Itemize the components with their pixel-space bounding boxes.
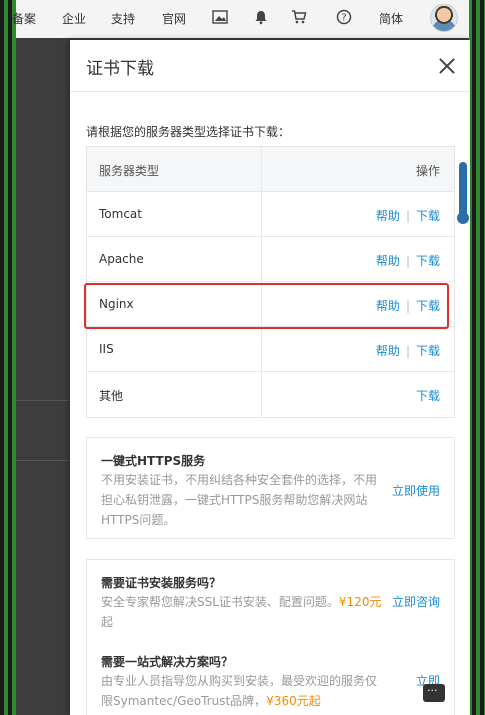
certificate-download-dialog: 证书下载 请根据您的服务器类型选择证书下载： 服务器类型 操作 Tomcat 帮… <box>70 40 470 715</box>
nav-item-enterprise[interactable]: 企业 <box>62 10 86 27</box>
server-type-table: 服务器类型 操作 Tomcat 帮助 | 下载 Apache 帮助 | 下载 Nginx… <box>86 146 455 418</box>
table-row: 其他 下载 <box>87 372 454 417</box>
action-separator: | <box>405 209 410 223</box>
install-service-description: 安全专家帮您解决SSL证书安装、配置问题。¥120元起 <box>101 592 386 632</box>
language-switch[interactable]: 简体 <box>379 10 403 27</box>
download-link[interactable]: 下载 <box>416 344 440 358</box>
column-header-server-type: 服务器类型 <box>99 164 160 178</box>
action-separator: | <box>405 254 410 268</box>
consult-now-link[interactable]: 立即咨询 <box>392 593 440 610</box>
dialog-title: 证书下载 <box>86 59 154 79</box>
chat-icon[interactable] <box>423 684 445 702</box>
table-row: Tomcat 帮助 | 下载 <box>87 192 454 237</box>
install-service-price: ¥120元 <box>338 595 382 609</box>
action-separator: | <box>405 344 410 358</box>
image-icon[interactable] <box>212 9 228 25</box>
table-row: Nginx 帮助 | 下载 <box>87 282 454 327</box>
server-name: 其他 <box>99 389 124 403</box>
instruction-text: 请根据您的服务器类型选择证书下载： <box>86 125 291 139</box>
divider <box>16 400 70 401</box>
cart-icon[interactable] <box>291 9 307 25</box>
column-divider <box>261 282 262 326</box>
https-service-card: 一键式HTTPS服务 不用安装证书，不用纠结各种安全套件的选择，不用担心私钥泄露… <box>86 437 455 539</box>
column-divider <box>261 372 262 417</box>
table-header-row: 服务器类型 操作 <box>87 147 454 192</box>
avatar[interactable] <box>430 4 458 32</box>
download-link[interactable]: 下载 <box>416 209 440 223</box>
https-card-description: 不用安装证书，不用纠结各种安全套件的选择，不用担心私钥泄露，一键式HTTPS服务… <box>101 473 378 527</box>
install-service-text-tail: 起 <box>101 615 114 629</box>
dialog-header: 证书下载 <box>70 40 470 92</box>
help-icon[interactable]: ? <box>336 9 352 25</box>
table-row: IIS 帮助 | 下载 <box>87 327 454 372</box>
close-icon[interactable] <box>437 56 457 76</box>
nav-item-beian[interactable]: 备案 <box>12 10 36 27</box>
nav-item-support[interactable]: 支持 <box>111 10 135 27</box>
solution-description: 由专业人员指导您从购买到安装，最受欢迎的服务仅限Symantec/GeoTrus… <box>101 671 386 711</box>
divider <box>16 460 70 461</box>
svg-text:?: ? <box>341 13 346 24</box>
help-link[interactable]: 帮助 <box>376 254 400 268</box>
column-divider <box>261 192 262 236</box>
background-sidebar <box>16 40 70 715</box>
solution-price: ¥360元起 <box>266 694 321 708</box>
download-link[interactable]: 下载 <box>416 389 440 403</box>
server-name: IIS <box>99 342 114 356</box>
action-separator: | <box>405 299 410 313</box>
server-name: Nginx <box>99 297 134 311</box>
services-card: 需要证书安装服务吗？ 安全专家帮您解决SSL证书安装、配置问题。¥120元起 立… <box>86 559 455 715</box>
install-service-title: 需要证书安装服务吗？ <box>101 576 222 590</box>
column-divider <box>261 327 262 371</box>
download-link[interactable]: 下载 <box>416 299 440 313</box>
help-link[interactable]: 帮助 <box>376 344 400 358</box>
https-card-title: 一键式HTTPS服务 <box>101 454 206 468</box>
table-row: Apache 帮助 | 下载 <box>87 237 454 282</box>
help-link[interactable]: 帮助 <box>376 299 400 313</box>
top-navigation: 备案 企业 支持 官网 ? 简体 <box>12 0 469 38</box>
server-name: Apache <box>99 252 144 266</box>
server-name: Tomcat <box>99 207 142 221</box>
scrollbar[interactable] <box>457 162 469 224</box>
column-header-operation: 操作 <box>415 164 440 178</box>
help-link[interactable]: 帮助 <box>376 209 400 223</box>
install-service-text: 安全专家帮您解决SSL证书安装、配置问题。 <box>101 595 339 609</box>
column-divider <box>261 147 262 191</box>
download-link[interactable]: 下载 <box>416 254 440 268</box>
bell-icon[interactable] <box>253 9 269 25</box>
use-now-link[interactable]: 立即使用 <box>392 482 440 499</box>
solution-text: 由专业人员指导您从购买到安装，最受欢迎的服务仅限Symantec/GeoTrus… <box>101 674 378 708</box>
nav-item-official[interactable]: 官网 <box>162 10 186 27</box>
column-divider <box>261 237 262 281</box>
solution-title: 需要一站式解决方案吗？ <box>101 655 234 669</box>
